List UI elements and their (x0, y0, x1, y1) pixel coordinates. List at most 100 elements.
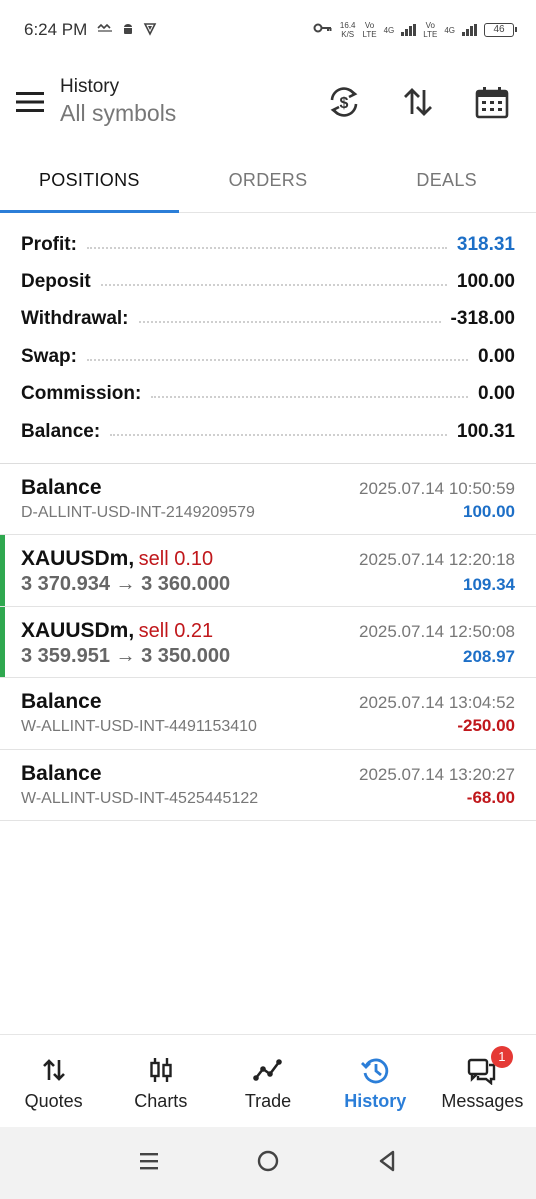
calendar-icon (475, 87, 509, 119)
signal-icon-1 (401, 24, 417, 36)
summary-label: Deposit (21, 271, 91, 293)
currency-exchange-icon: $ (330, 87, 358, 117)
entry-symbol: XAUUSDm, (21, 618, 135, 642)
sort-button[interactable] (396, 80, 440, 124)
summary-label: Withdrawal: (21, 308, 129, 330)
nav-label: History (344, 1091, 407, 1111)
back-button[interactable] (374, 1148, 400, 1179)
summary-panel: Profit: 318.31 Deposit 100.00 Withdrawal… (0, 226, 536, 450)
summary-value: -318.00 (450, 308, 515, 330)
entry-comment: W-ALLINT-USD-INT-4491153410 (21, 718, 257, 736)
currency-exchange-button[interactable]: $ (322, 80, 366, 124)
list-item[interactable]: Balance 2025.07.14 13:20:27 W-ALLINT-USD… (0, 750, 536, 821)
summary-row-balance: Balance: 100.31 (0, 413, 536, 450)
candlestick-icon (150, 1058, 172, 1082)
tab-orders[interactable]: ORDERS (179, 152, 358, 214)
entry-name: Balance (21, 476, 102, 499)
recents-button[interactable] (136, 1148, 162, 1179)
entry-amount: 109.34 (463, 575, 515, 595)
active-tab-indicator (0, 210, 179, 213)
signal-icon-2 (462, 24, 477, 36)
summary-row-withdrawal: Withdrawal: -318.00 (0, 301, 536, 338)
volte-badge-1: Vo LTE (362, 21, 377, 39)
entry-comment: W-ALLINT-USD-INT-4525445122 (21, 789, 259, 807)
battery-icon: 46 (484, 23, 517, 37)
summary-value: 100.31 (456, 420, 515, 442)
history-list: Balance 2025.07.14 10:50:59 D-ALLINT-USD… (0, 464, 536, 821)
svg-text:$: $ (340, 95, 349, 112)
network-type-1: 4G (383, 25, 395, 35)
history-tabs: POSITIONS ORDERS DEALS (0, 152, 536, 214)
home-circle-icon (257, 1150, 279, 1171)
calendar-button[interactable] (470, 80, 514, 124)
summary-label: Profit: (21, 233, 77, 255)
list-item[interactable]: XAUUSDm, sell 0.21 2025.07.14 12:50:08 3… (0, 606, 536, 679)
shield-icon (143, 22, 157, 39)
entry-amount: -68.00 (466, 787, 515, 807)
menu-button[interactable] (0, 72, 60, 132)
entry-direction: sell 0.21 (138, 619, 214, 642)
nav-label: Charts (134, 1091, 188, 1111)
entry-time: 2025.07.14 10:50:59 (359, 479, 515, 498)
app-header: History All symbols $ (0, 60, 536, 144)
network-speed: 16.4 K/S (339, 21, 356, 39)
bottom-navigation: Quotes Charts Trade History Messages 1 (0, 1034, 536, 1127)
list-item[interactable]: Balance 2025.07.14 10:50:59 D-ALLINT-USD… (0, 464, 536, 536)
position-marker (0, 535, 5, 606)
summary-value: 318.31 (456, 233, 515, 255)
summary-row-commission: Commission: 0.00 (0, 376, 536, 413)
entry-amount: -250.00 (457, 716, 515, 736)
summary-value: 0.00 (478, 383, 515, 405)
summary-label: Commission: (21, 383, 142, 405)
network-type-2: 4G (444, 25, 455, 35)
entry-time: 2025.07.14 12:50:08 (359, 621, 515, 641)
entry-name: Balance (21, 761, 102, 785)
entry-prices: 3 359.951 → 3 350.000 (21, 644, 231, 667)
header-titles[interactable]: History All symbols (60, 76, 322, 128)
android-icon (121, 22, 135, 39)
status-time: 6:24 PM (24, 20, 88, 39)
volte-badge-2: Vo LTE (423, 21, 438, 39)
sort-arrows-icon (404, 88, 432, 116)
recents-icon (140, 1152, 159, 1169)
summary-label: Balance: (21, 420, 101, 442)
entry-time: 2025.07.14 12:20:18 (359, 550, 515, 570)
list-item[interactable]: XAUUSDm, sell 0.10 2025.07.14 12:20:18 3… (0, 535, 536, 607)
symbol-filter: All symbols (60, 100, 177, 126)
nav-label: Messages (441, 1091, 524, 1111)
vpn-icon (97, 22, 113, 39)
position-marker (0, 606, 5, 678)
list-item[interactable]: Balance 2025.07.14 13:04:52 W-ALLINT-USD… (0, 678, 536, 750)
entry-amount: 100.00 (463, 502, 515, 521)
entry-direction: sell 0.10 (138, 548, 214, 571)
status-bar: 6:24 PM 16.4 K/S Vo LTE 4G Vo LTE 4G 46 (0, 0, 536, 60)
summary-value: 0.00 (478, 345, 515, 367)
entry-prices: 3 370.934 → 3 360.000 (21, 573, 231, 596)
tab-deals[interactable]: DEALS (357, 152, 536, 214)
summary-row-deposit: Deposit 100.00 (0, 263, 536, 300)
entry-amount: 208.97 (463, 646, 515, 666)
summary-row-swap: Swap: 0.00 (0, 338, 536, 375)
nav-charts[interactable]: Charts (107, 1035, 214, 1127)
nav-label: Trade (244, 1091, 292, 1111)
quotes-arrows-icon (42, 1059, 65, 1081)
page-title: History (60, 76, 120, 97)
back-triangle-icon (379, 1150, 394, 1171)
entry-symbol: XAUUSDm, (21, 547, 135, 571)
summary-value: 100.00 (456, 271, 515, 293)
home-button[interactable] (255, 1148, 281, 1179)
nav-history[interactable]: History (322, 1035, 429, 1127)
nav-messages[interactable]: Messages 1 (429, 1035, 536, 1127)
entry-time: 2025.07.14 13:04:52 (359, 693, 515, 713)
hamburger-icon (16, 92, 44, 112)
system-navigation-bar (0, 1127, 536, 1199)
nav-label: Quotes (24, 1091, 83, 1111)
entry-name: Balance (21, 690, 102, 714)
tab-positions[interactable]: POSITIONS (0, 152, 179, 214)
key-icon (313, 21, 333, 39)
entry-time: 2025.07.14 13:20:27 (359, 764, 515, 784)
summary-label: Swap: (21, 345, 77, 367)
nav-trade[interactable]: Trade (214, 1035, 321, 1127)
nav-quotes[interactable]: Quotes (0, 1035, 107, 1127)
history-clock-icon (361, 1058, 389, 1084)
